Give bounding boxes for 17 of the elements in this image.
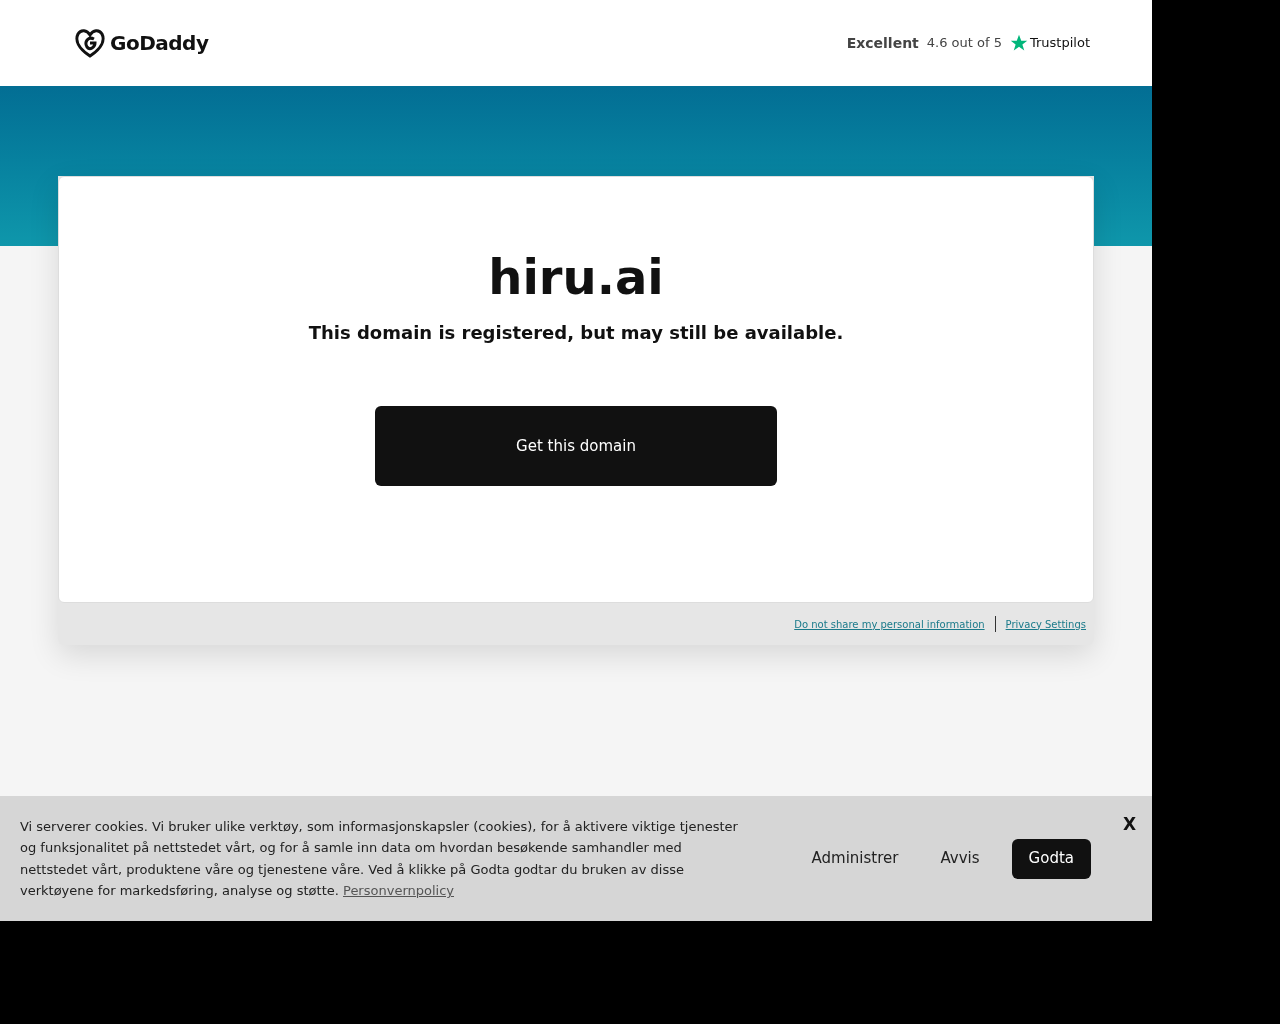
star-icon	[1010, 34, 1028, 52]
cookie-button[interactable]: Godta	[1011, 838, 1091, 879]
cookie-button[interactable]: Administrer	[801, 838, 909, 879]
trustpilot-wordmark[interactable]: Trustpilot	[1030, 33, 1090, 53]
cookie-notice-text: Vi serverer cookies. Vi bruker ulike verktøy, som informasjonskapsler (cookies), for å aktivere viktige tjenester og funksjonalitet på nettstedet vårt, og for å samle inn data om hvordan besøkende samhandler med nettstedet vårt, produktene våre og tjenestene våre. Ved å klikke på Godta godtar du bruken av disse verktøyene for markedsføring, analyse og støtte. Personvernpolicy	[20, 817, 739, 900]
privacy-policy-link[interactable]: Personvernpolicy	[343, 883, 454, 898]
rating-score: 4.6 out of 5	[926, 34, 1002, 53]
get-domain-button[interactable]: Get this domain	[375, 406, 777, 486]
heart-logo-icon	[74, 28, 106, 58]
domain-name: hiru.ai	[488, 248, 664, 307]
footer-link[interactable]: Do not share my personal information	[794, 616, 985, 632]
rating-label: Excellent	[846, 33, 919, 53]
close-button[interactable]: X	[1122, 812, 1136, 838]
logo-wordmark[interactable]: GoDaddy	[110, 28, 209, 58]
domain-status-message: This domain is registered, but may still be available.	[308, 321, 844, 345]
cookie-button[interactable]: Avvis	[930, 838, 990, 879]
footer-link[interactable]: Privacy Settings	[1005, 616, 1086, 632]
